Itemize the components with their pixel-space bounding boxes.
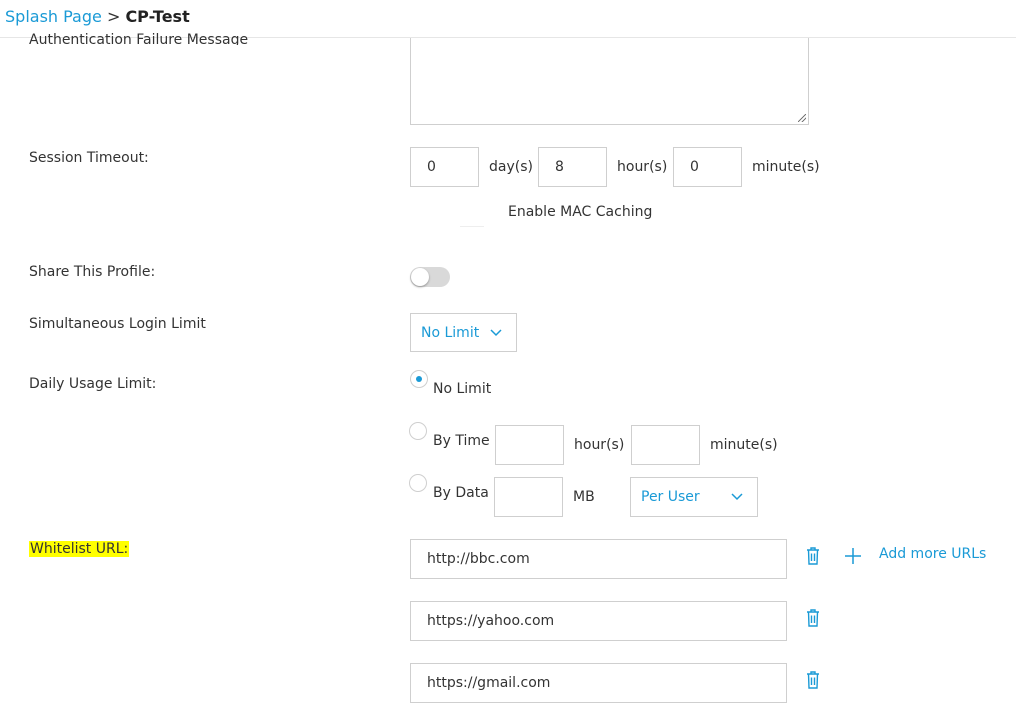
resize-grip-icon[interactable]: [798, 114, 806, 122]
breadcrumb: Splash Page > CP-Test: [5, 7, 190, 26]
by-data-scope-value: Per User: [641, 489, 700, 505]
breadcrumb-current: CP-Test: [125, 7, 190, 26]
chevron-down-icon: [731, 493, 743, 501]
simultaneous-login-label: Simultaneous Login Limit: [29, 316, 206, 332]
by-time-minutes-input[interactable]: [631, 425, 700, 465]
trash-icon[interactable]: [804, 608, 822, 628]
simultaneous-login-value: No Limit: [421, 324, 480, 341]
session-hours-input[interactable]: 8: [538, 147, 607, 187]
session-minutes-unit: minute(s): [752, 159, 820, 175]
share-profile-toggle[interactable]: [410, 267, 450, 287]
daily-usage-by-data-label: By Data: [433, 485, 489, 501]
by-time-hours-input[interactable]: [495, 425, 564, 465]
mac-caching-checkbox[interactable]: [460, 224, 484, 227]
daily-usage-by-time-radio[interactable]: [409, 422, 427, 440]
session-timeout-label: Session Timeout:: [29, 150, 149, 166]
whitelist-url-label: Whitelist URL:: [29, 541, 130, 557]
share-profile-label: Share This Profile:: [29, 264, 156, 280]
by-data-scope-select[interactable]: Per User: [630, 477, 758, 517]
whitelist-url-input-1[interactable]: http://bbc.com: [410, 539, 787, 579]
daily-usage-label: Daily Usage Limit:: [29, 376, 157, 392]
daily-usage-no-limit-radio[interactable]: [410, 370, 428, 388]
session-hours-unit: hour(s): [617, 159, 668, 175]
trash-icon[interactable]: [804, 670, 822, 690]
plus-icon[interactable]: [844, 547, 862, 565]
session-minutes-input[interactable]: 0: [673, 147, 742, 187]
session-days-unit: day(s): [489, 159, 533, 175]
breadcrumb-splash-page-link[interactable]: Splash Page: [5, 7, 102, 26]
by-data-amount-input[interactable]: [494, 477, 563, 517]
session-days-input[interactable]: 0: [410, 147, 479, 187]
chevron-down-icon: [490, 329, 502, 337]
daily-usage-by-time-label: By Time: [433, 433, 490, 449]
mac-caching-label: Enable MAC Caching: [508, 204, 653, 220]
by-time-minutes-unit: minute(s): [710, 437, 778, 453]
add-more-urls-link[interactable]: Add more URLs: [879, 546, 986, 562]
toggle-knob: [411, 268, 429, 286]
auth-failure-textarea[interactable]: [410, 38, 809, 125]
auth-failure-label: Authentication Failure Message: [29, 32, 249, 45]
daily-usage-no-limit-label: No Limit: [433, 381, 492, 397]
by-time-hours-unit: hour(s): [574, 437, 625, 453]
simultaneous-login-select[interactable]: No Limit: [410, 313, 517, 352]
whitelist-url-input-3[interactable]: https://gmail.com: [410, 663, 787, 703]
daily-usage-by-data-radio[interactable]: [409, 474, 427, 492]
trash-icon[interactable]: [804, 546, 822, 566]
breadcrumb-separator: >: [101, 7, 126, 26]
whitelist-url-input-2[interactable]: https://yahoo.com: [410, 601, 787, 641]
by-data-unit: MB: [573, 489, 595, 505]
